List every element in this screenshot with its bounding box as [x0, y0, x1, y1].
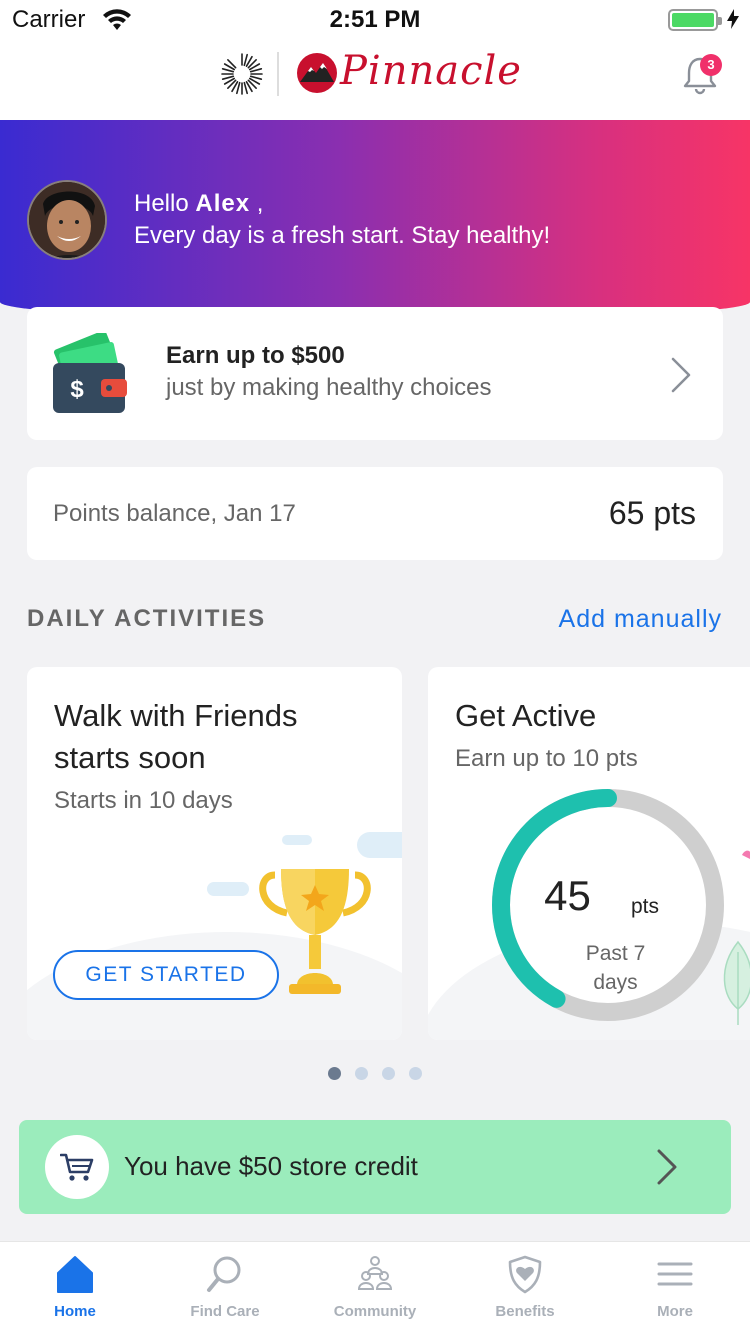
activity-title-line1: Walk with Friends: [54, 698, 298, 733]
tab-home[interactable]: Home: [0, 1242, 150, 1334]
add-manually-link[interactable]: Add manually: [559, 605, 722, 634]
pager-dot[interactable]: [382, 1067, 395, 1080]
cloud-decoration: [357, 832, 402, 858]
chevron-right-icon: [657, 1149, 677, 1185]
earn-title: Earn up to $500: [166, 342, 345, 369]
search-icon: [207, 1256, 241, 1292]
sun-logo-icon: [221, 53, 263, 95]
activity-card-walk[interactable]: Walk with Friends starts soon Starts in …: [27, 667, 402, 1040]
progress-label-line1: Past 7: [585, 942, 646, 965]
menu-icon: [657, 1262, 693, 1286]
pager-dot[interactable]: [328, 1067, 341, 1080]
cloud-decoration: [282, 835, 312, 845]
notification-badge: 3: [700, 54, 722, 76]
tab-label: Benefits: [495, 1303, 555, 1320]
greeting-suffix: ,: [250, 190, 264, 217]
status-bar: Carrier 2:51 PM: [0, 0, 750, 40]
points-balance-card[interactable]: Points balance, Jan 17 65 pts: [27, 467, 723, 560]
greeting-message: Every day is a fresh start. Stay healthy…: [134, 222, 551, 249]
petal-decoration: [742, 850, 750, 859]
progress-unit: pts: [631, 895, 660, 918]
shield-heart-icon: [508, 1255, 542, 1294]
svg-text:$: $: [70, 376, 84, 403]
points-value: 65 pts: [608, 495, 696, 531]
activity-subtitle: Starts in 10 days: [54, 787, 233, 814]
leaf-decoration: [723, 940, 750, 1025]
store-credit-text: You have $50 store credit: [124, 1151, 418, 1181]
tab-community[interactable]: Community: [300, 1242, 450, 1334]
pinnacle-mountain-logo: [297, 53, 337, 93]
clock: 2:51 PM: [329, 6, 421, 33]
cloud-decoration: [207, 882, 249, 896]
app-header: Pinnacle 3: [0, 40, 750, 120]
activity-title: Walk with Friends starts soon: [54, 695, 297, 779]
store-credit-banner[interactable]: You have $50 store credit: [19, 1120, 731, 1214]
brand-name: Pinnacle: [340, 48, 522, 94]
community-icon: [357, 1256, 393, 1290]
activity-card-get-active[interactable]: Get Active Earn up to 10 pts 45 pts Past…: [428, 667, 750, 1040]
earn-rewards-card[interactable]: $ Earn up to $500 just by making healthy…: [27, 307, 723, 440]
activity-title: Get Active: [455, 698, 597, 733]
logo-divider: [277, 52, 279, 96]
tab-label: Home: [54, 1303, 96, 1320]
tab-bar: Home Find Care Community Benefits More: [0, 1241, 750, 1334]
chevron-right-icon: [671, 357, 691, 393]
activity-subtitle: Earn up to 10 pts: [455, 745, 638, 772]
tab-benefits[interactable]: Benefits: [450, 1242, 600, 1334]
avatar[interactable]: [27, 180, 107, 260]
tab-label: Find Care: [190, 1303, 260, 1320]
greeting: Hello Alex , Every day is a fresh start.…: [134, 188, 550, 252]
battery-icon: [668, 9, 722, 31]
progress-label: Past 7 days: [578, 939, 653, 997]
tab-label: More: [657, 1303, 693, 1320]
tab-more[interactable]: More: [600, 1242, 750, 1334]
wallet-money-icon: $: [53, 333, 127, 413]
progress-value: 45: [544, 872, 591, 919]
earn-subtitle: just by making healthy choices: [166, 374, 492, 401]
get-started-button[interactable]: GET STARTED: [53, 950, 279, 1000]
user-name: Alex: [195, 190, 251, 217]
points-label: Points balance, Jan 17: [53, 500, 296, 527]
activity-title-line2: starts soon: [54, 740, 206, 775]
pager-dot[interactable]: [355, 1067, 368, 1080]
pager-dot[interactable]: [409, 1067, 422, 1080]
cart-icon: [60, 1153, 94, 1181]
tab-label: Community: [333, 1303, 417, 1320]
home-icon: [57, 1256, 93, 1293]
charging-icon: [727, 9, 739, 29]
tab-find-care[interactable]: Find Care: [150, 1242, 300, 1334]
greeting-line: Hello Alex ,: [134, 188, 550, 220]
cart-badge: [45, 1135, 109, 1199]
daily-activities-heading: DAILY ACTIVITIES: [27, 605, 267, 632]
greeting-prefix: Hello: [134, 190, 196, 217]
progress-label-line2: days: [593, 971, 638, 994]
